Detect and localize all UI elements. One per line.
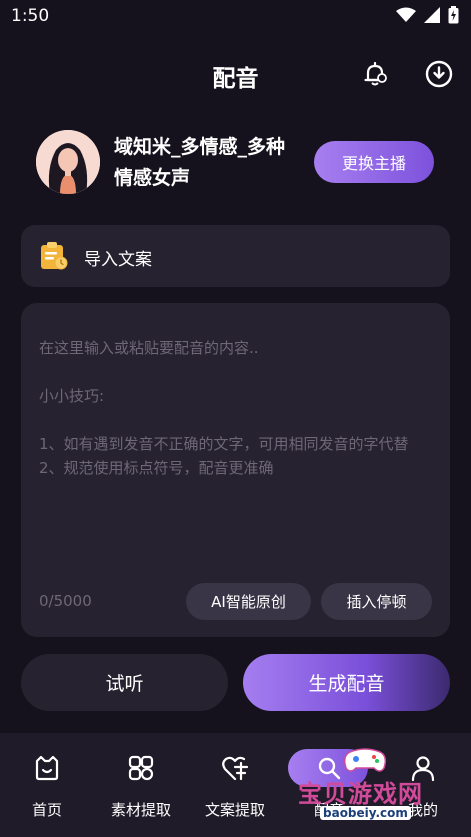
tab-label: 首页 xyxy=(31,801,62,819)
tab-label: 配音 xyxy=(313,801,344,819)
change-voice-button[interactable]: 更换主播 xyxy=(314,141,434,183)
bell-icon xyxy=(364,61,387,86)
status-icons xyxy=(396,6,459,24)
status-bar: 1:50 xyxy=(0,0,471,32)
tab-dubbing[interactable]: 配音 xyxy=(284,753,374,823)
material-icon xyxy=(128,755,154,781)
avatar[interactable] xyxy=(36,130,100,194)
voice-name: 域知米_多情感_多种情感女声 xyxy=(114,136,286,189)
profile-icon xyxy=(411,756,435,782)
download-icon xyxy=(425,60,453,88)
notification-button[interactable] xyxy=(359,58,391,90)
wifi-icon xyxy=(396,7,416,22)
avatar-illustration xyxy=(36,130,100,194)
import-script-label: 导入文案 xyxy=(84,250,152,270)
char-count: 0/5000 xyxy=(39,592,92,610)
download-button[interactable] xyxy=(423,58,455,90)
voice-card: 域知米_多情感_多种情感女声 更换主播 xyxy=(0,128,471,198)
tab-label: 我的 xyxy=(407,801,438,819)
tab-label: 素材提取 xyxy=(110,801,171,819)
import-script-card[interactable]: 导入文案 xyxy=(21,225,450,287)
insert-pause-button[interactable]: 插入停顿 xyxy=(321,583,432,620)
tab-bar: 首页 素材提取 文案提取 配音 我的 xyxy=(0,733,471,837)
dubbing-icon xyxy=(318,757,341,780)
status-time: 1:50 xyxy=(11,6,50,26)
ai-original-button[interactable]: AI智能原创 xyxy=(186,583,311,620)
preview-button[interactable]: 试听 xyxy=(21,654,228,711)
tab-text-extract[interactable]: 文案提取 xyxy=(190,753,280,823)
battery-icon xyxy=(448,6,459,24)
signal-icon xyxy=(424,7,440,23)
editor-placeholder[interactable]: 在这里输入或粘贴要配音的内容.. 小小技巧: 1、如有遇到发音不正确的文字，可用… xyxy=(39,336,439,480)
generate-dubbing-button[interactable]: 生成配音 xyxy=(243,654,450,711)
clipboard-icon xyxy=(39,241,69,271)
tab-profile[interactable]: 我的 xyxy=(378,753,468,823)
home-icon xyxy=(35,755,59,781)
page-title: 配音 xyxy=(212,66,259,92)
tab-material[interactable]: 素材提取 xyxy=(96,753,186,823)
text-extract-icon xyxy=(222,756,249,781)
header: 配音 xyxy=(0,52,471,96)
script-editor[interactable]: 在这里输入或粘贴要配音的内容.. 小小技巧: 1、如有遇到发音不正确的文字，可用… xyxy=(21,303,450,637)
tab-label: 文案提取 xyxy=(204,801,265,819)
tab-home[interactable]: 首页 xyxy=(2,753,92,823)
